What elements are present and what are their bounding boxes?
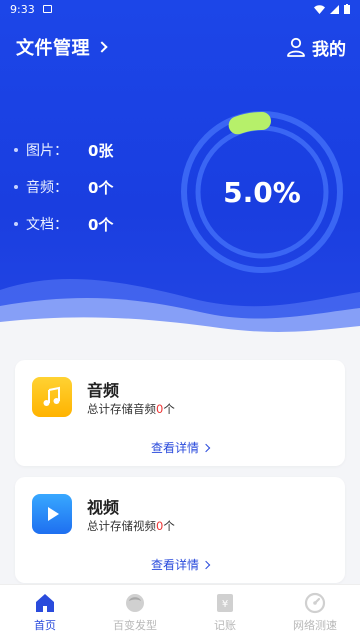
hairstyle-icon bbox=[126, 594, 144, 612]
file-manager-link[interactable]: 文件管理 bbox=[16, 34, 108, 60]
stat-label: 音频： bbox=[26, 180, 68, 196]
music-icon bbox=[32, 377, 72, 417]
view-details-link[interactable]: 查看详情 bbox=[15, 439, 345, 456]
view-details-label: 查看详情 bbox=[150, 558, 199, 572]
chevron-right-icon bbox=[96, 41, 108, 53]
signal-icon bbox=[330, 4, 339, 14]
tab-speedtest[interactable]: 网络测速 bbox=[270, 585, 360, 640]
tab-home[interactable]: 首页 bbox=[0, 585, 90, 640]
mine-label: 我的 bbox=[312, 39, 346, 60]
subtitle-suffix: 个 bbox=[163, 402, 175, 416]
user-icon bbox=[287, 37, 305, 57]
view-details-label: 查看详情 bbox=[150, 441, 199, 455]
notification-icon bbox=[42, 5, 52, 13]
storage-stats: 图片： 0张 音频： 0个 文档： 0个 bbox=[14, 138, 113, 249]
stat-label: 图片： bbox=[26, 143, 68, 159]
tab-label: 记账 bbox=[214, 619, 236, 632]
wifi-icon bbox=[314, 4, 325, 14]
speedometer-icon bbox=[304, 592, 326, 614]
video-card[interactable]: 视频 总计存储视频0个 查看详情 bbox=[15, 477, 345, 583]
subtitle-prefix: 总计存储音频 bbox=[87, 402, 156, 416]
stat-audio: 音频： 0个 bbox=[14, 175, 113, 199]
header: 文件管理 我的 bbox=[16, 34, 346, 60]
bullet-dot bbox=[14, 222, 18, 226]
bottom-tab-bar: 首页 百变发型 ¥ 记账 网络测速 bbox=[0, 584, 360, 640]
stat-documents: 文档： 0个 bbox=[14, 212, 113, 236]
status-bar: 9:33 bbox=[0, 0, 360, 18]
svg-text:¥: ¥ bbox=[222, 599, 228, 610]
battery-icon bbox=[344, 4, 350, 14]
storage-gauge: 5.0% bbox=[180, 110, 344, 274]
page-title: 文件管理 bbox=[16, 38, 90, 59]
stat-value: 0个 bbox=[88, 215, 114, 234]
chevron-right-icon bbox=[201, 560, 211, 569]
status-time: 9:33 bbox=[10, 2, 35, 16]
card-subtitle: 总计存储音频0个 bbox=[87, 401, 175, 417]
bullet-dot bbox=[14, 185, 18, 189]
subtitle-prefix: 总计存储视频 bbox=[87, 519, 156, 533]
tab-label: 百变发型 bbox=[113, 619, 157, 632]
stat-images: 图片： 0张 bbox=[14, 138, 113, 162]
tab-label: 网络测速 bbox=[293, 619, 337, 632]
card-subtitle: 总计存储视频0个 bbox=[87, 518, 175, 534]
tab-accounting[interactable]: ¥ 记账 bbox=[180, 585, 270, 640]
stat-label: 文档： bbox=[26, 217, 68, 233]
subtitle-suffix: 个 bbox=[163, 519, 175, 533]
home-icon bbox=[36, 594, 54, 612]
hero-waves bbox=[0, 278, 360, 350]
play-icon bbox=[32, 494, 72, 534]
tab-label: 首页 bbox=[34, 619, 56, 632]
view-details-link[interactable]: 查看详情 bbox=[15, 556, 345, 573]
card-title: 视频 bbox=[87, 498, 120, 517]
tab-hairstyle[interactable]: 百变发型 bbox=[90, 585, 180, 640]
stat-value: 0张 bbox=[88, 141, 114, 160]
mine-button[interactable]: 我的 bbox=[286, 35, 346, 60]
stat-value: 0个 bbox=[88, 178, 114, 197]
bullet-dot bbox=[14, 148, 18, 152]
chevron-right-icon bbox=[201, 443, 211, 452]
card-title: 音频 bbox=[87, 381, 120, 400]
audio-card[interactable]: 音频 总计存储音频0个 查看详情 bbox=[15, 360, 345, 466]
ledger-icon: ¥ bbox=[217, 594, 233, 612]
gauge-percent: 5.0% bbox=[223, 175, 301, 209]
